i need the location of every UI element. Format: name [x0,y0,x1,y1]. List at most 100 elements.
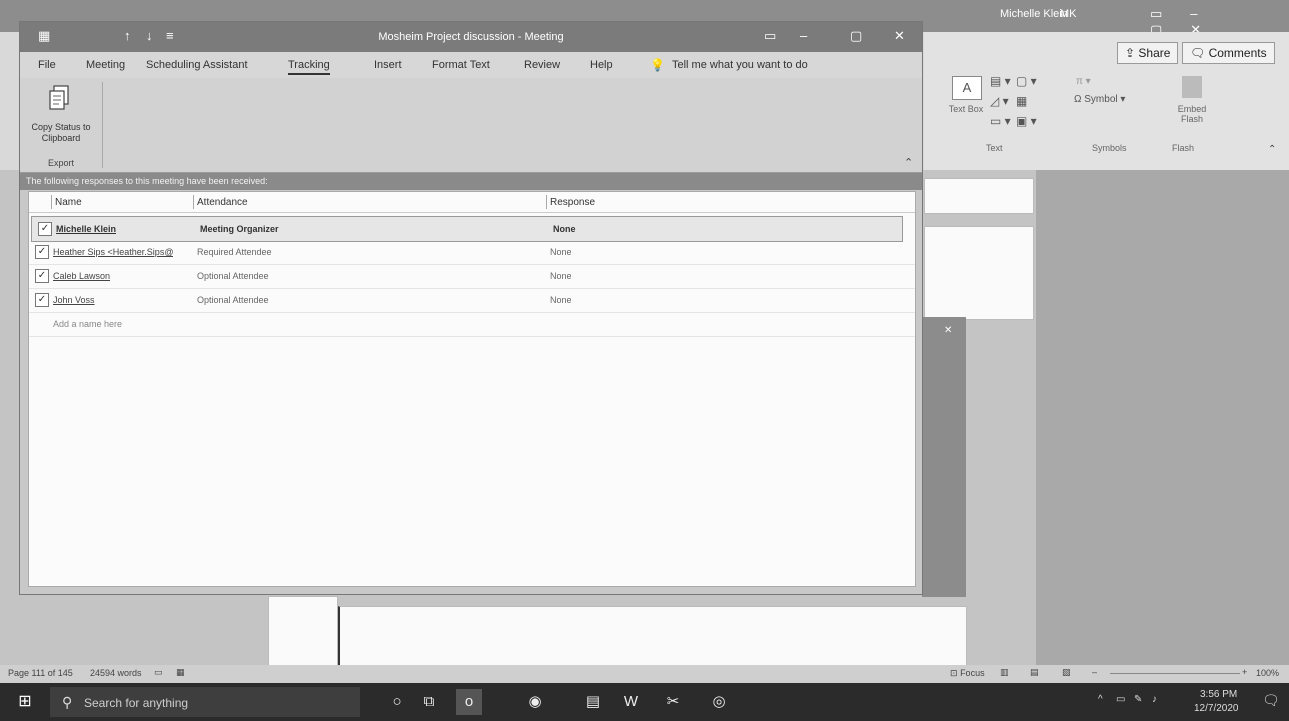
attendee-name[interactable]: Heather Sips <Heather.Sips@ [53,247,173,257]
document-page[interactable] [924,226,1034,320]
tell-me-search[interactable]: Tell me what you want to do [672,59,808,71]
signature-line-icon[interactable]: ▢ ▾ [1016,74,1037,88]
text-box-icon[interactable]: A [952,76,982,100]
column-divider[interactable] [193,195,194,209]
column-divider[interactable] [51,195,52,209]
snipping-tool-icon[interactable]: ✂ [660,689,686,715]
tab-tracking[interactable]: Tracking [288,59,330,75]
attendee-checkbox[interactable]: ✓ [35,293,49,307]
meeting-title: Mosheim Project discussion - Meeting [378,31,564,43]
symbol-button[interactable]: Ω Symbol ▾ [1074,94,1125,105]
attendee-name[interactable]: Michelle Klein [56,224,116,234]
tab-help[interactable]: Help [590,59,613,71]
add-name-input[interactable]: Add a name here [53,319,122,329]
print-layout-icon[interactable]: ▤ [1030,667,1039,678]
zoom-slider[interactable] [1110,673,1240,674]
taskbar-search[interactable]: ⚲ Search for anything [50,687,360,717]
volume-icon[interactable]: ♪ [1152,694,1157,705]
document-page[interactable] [268,596,338,666]
copy-icon[interactable] [48,84,72,112]
tab-scheduling-assistant[interactable]: Scheduling Assistant [146,59,248,71]
close-icon[interactable]: ✕ [894,28,905,44]
close-icon[interactable]: ✕ [944,325,952,336]
status-page[interactable]: Page 111 of 145 [8,668,73,678]
attendee-checkbox[interactable]: ✓ [38,222,52,236]
web-layout-icon[interactable]: ▧ [1062,667,1071,678]
word-icon[interactable]: W [618,689,644,715]
tab-insert[interactable]: Insert [374,59,402,71]
table-row[interactable]: ✓ Michelle Klein Meeting Organizer None [31,216,903,242]
outlook-icon[interactable]: o [456,689,482,715]
column-header-response[interactable]: Response [550,197,595,208]
column-header-attendance[interactable]: Attendance [197,197,248,208]
status-words[interactable]: 24594 words [90,668,142,678]
chevron-up-icon[interactable]: ^ [1098,694,1103,705]
attendee-attendance[interactable]: Optional Attendee [197,271,269,281]
zoom-in-icon[interactable]: + [1242,667,1247,677]
dropcap-icon[interactable]: ▭ ▾ [990,114,1011,128]
cortana-icon[interactable]: ○ [384,689,410,715]
proofing-icon[interactable]: ▭ [154,667,163,678]
column-header-name[interactable]: Name [55,197,82,208]
word-user-avatar[interactable]: MK [1060,8,1077,20]
word-user-name[interactable]: Michelle Klein [1000,8,1068,20]
file-explorer-icon[interactable]: ▤ [580,689,606,715]
embed-flash-label[interactable]: Embed Flash [1170,104,1214,124]
tracking-grid: Name Attendance Response ✓ Michelle Klei… [28,191,916,587]
document-page[interactable] [924,178,1034,214]
camera-icon[interactable]: ◎ [706,689,732,715]
document-page[interactable] [338,606,967,666]
copy-status-button[interactable]: Copy Status to Clipboard [26,122,96,144]
attendee-response: None [550,271,572,281]
attendee-name[interactable]: John Voss [53,295,95,305]
wordart-icon[interactable]: ◿ ▾ [990,94,1009,108]
attendee-attendance[interactable]: Required Attendee [197,247,272,257]
comments-button[interactable]: 🗨 Comments [1182,42,1275,64]
ribbon-display-icon[interactable]: ▭ [764,28,776,44]
tab-format-text[interactable]: Format Text [432,59,490,71]
share-icon: ⇪ [1125,46,1136,60]
ribbon-collapse-icon[interactable]: ⌃ [1268,144,1276,155]
add-name-row[interactable]: Add a name here [29,312,915,337]
object-icon[interactable]: ▣ ▾ [1016,114,1037,128]
equation-icon[interactable]: π ▾ [1076,76,1091,87]
share-label: Share [1138,46,1171,60]
layout-icon[interactable]: ▦ [176,667,185,678]
notifications-icon[interactable]: 🗨 [1262,692,1280,709]
windows-start-icon[interactable]: ⊞ [14,691,36,713]
task-view-icon[interactable]: ⧉ [416,689,442,715]
focus-icon: ⊡ [950,668,958,678]
flash-icon[interactable] [1182,76,1202,98]
quick-parts-icon[interactable]: ▤ ▾ [990,74,1011,88]
attendee-checkbox[interactable]: ✓ [35,269,49,283]
chrome-icon[interactable]: ◉ [522,689,548,715]
attendee-name[interactable]: Caleb Lawson [53,271,110,281]
read-mode-icon[interactable]: ▥ [1000,667,1009,678]
table-row[interactable]: ✓ Caleb Lawson Optional Attendee None [29,264,915,289]
text-box-label[interactable]: Text Box [944,104,988,114]
symbol-label: Symbol [1084,94,1118,105]
network-icon[interactable]: ▭ [1116,694,1125,705]
tab-file[interactable]: File [38,59,56,71]
attendee-attendance[interactable]: Optional Attendee [197,295,269,305]
clock-date[interactable]: 12/7/2020 [1194,703,1239,714]
zoom-out-icon[interactable]: – [1092,667,1097,677]
table-row[interactable]: ✓ Heather Sips <Heather.Sips@ Required A… [29,240,915,265]
minimize-icon[interactable]: – [800,28,807,43]
maximize-icon[interactable]: ▢ [850,28,862,44]
tab-meeting[interactable]: Meeting [86,59,125,71]
clock-time[interactable]: 3:56 PM [1200,689,1237,700]
search-placeholder: Search for anything [84,696,189,710]
comment-icon: 🗨 [1190,46,1206,60]
attendee-attendance[interactable]: Meeting Organizer [200,224,279,234]
share-button[interactable]: ⇪ Share [1117,42,1179,64]
column-divider[interactable] [546,195,547,209]
tab-review[interactable]: Review [524,59,560,71]
date-time-icon[interactable]: ▦ [1016,94,1027,108]
collapse-ribbon-icon[interactable]: ⌃ [904,156,913,169]
pen-icon[interactable]: ✎ [1134,694,1142,705]
focus-button[interactable]: ⊡ Focus [950,668,985,679]
table-row[interactable]: ✓ John Voss Optional Attendee None [29,288,915,313]
zoom-level[interactable]: 100% [1256,668,1279,678]
attendee-checkbox[interactable]: ✓ [35,245,49,259]
